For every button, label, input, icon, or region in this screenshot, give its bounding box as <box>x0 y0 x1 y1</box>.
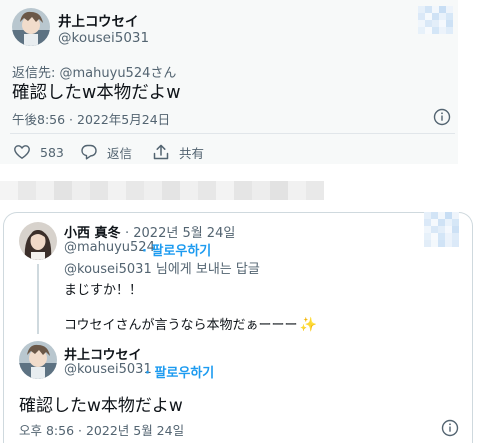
share-label: 共有 <box>179 145 205 161</box>
user-photo-avatar[interactable] <box>19 222 57 260</box>
author-handle[interactable]: @kousei5031 <box>64 362 152 377</box>
info-icon[interactable] <box>433 108 451 126</box>
author-handle[interactable]: @kousei5031 <box>58 30 149 46</box>
author-name[interactable]: 井上コウセイ <box>64 344 141 363</box>
divider <box>10 133 455 134</box>
reply-button[interactable]: 返信 <box>80 143 132 161</box>
reply-bubble-icon <box>80 143 98 161</box>
like-count: 583 <box>40 144 64 160</box>
sparkles-icon: ✨ <box>299 317 317 333</box>
anime-avatar-icon[interactable] <box>12 8 50 46</box>
reply-text-line: コウセイさんが言うなら本物だぁーーー ✨ <box>64 314 317 333</box>
tweet-timestamp[interactable]: 오후 8:56 · 2022년 5월 24일 <box>19 420 184 439</box>
reply-to-label[interactable]: @kousei5031 님에게 보내는 답글 <box>64 258 260 277</box>
share-icon <box>152 143 170 161</box>
reply-text: コウセイさんが言うなら本物だぁーーー <box>64 318 298 333</box>
anime-avatar-icon[interactable] <box>19 341 57 379</box>
tweet-text: 確認したw本物だよw <box>19 396 183 416</box>
like-button[interactable]: 583 <box>13 143 64 161</box>
reply-text-line: まじすか！！ <box>64 283 143 298</box>
blurred-band <box>0 181 324 200</box>
reply-date[interactable]: · 2022년 5월 24일 <box>125 222 235 241</box>
tweet-text: 確認したw本物だよw <box>12 83 181 103</box>
thread-connector-line <box>37 264 39 334</box>
blurred-mosaic <box>424 212 459 247</box>
author-name[interactable]: 井上コウセイ <box>58 10 138 30</box>
info-icon[interactable] <box>441 419 459 437</box>
reply-label: 返信 <box>107 145 133 161</box>
blurred-mosaic <box>418 6 453 34</box>
follow-link[interactable]: · 팔로우하기 <box>142 240 211 259</box>
share-button[interactable]: 共有 <box>152 143 204 161</box>
reply-author-name[interactable]: 小西 真冬 <box>64 222 121 241</box>
tweet-timestamp[interactable]: 午後8:56 · 2022年5月24日 <box>12 109 170 128</box>
follow-link[interactable]: · 팔로우하기 <box>145 362 214 381</box>
heart-icon <box>13 143 31 161</box>
